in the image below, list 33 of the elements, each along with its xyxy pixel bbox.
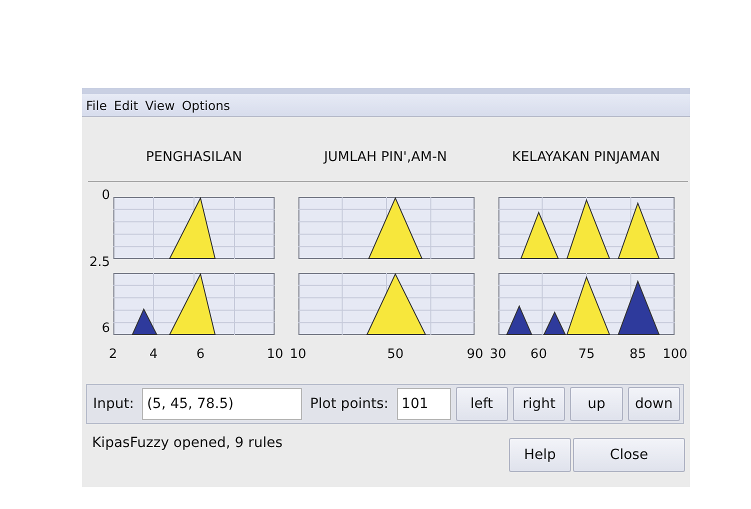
- x-tick-label: 30: [490, 347, 506, 362]
- nav-button[interactable]: left: [456, 387, 508, 421]
- x-tick-label: 75: [578, 347, 595, 362]
- status-text: KipasFuzzy opened, 9 rules: [92, 435, 284, 451]
- x-tick-label: 10: [266, 347, 284, 362]
- plot-points-label: Plot points:: [308, 396, 390, 412]
- column-title: PENGHASILAN: [144, 149, 244, 165]
- nav-button[interactable]: up: [570, 387, 623, 421]
- x-tick-label: 4: [149, 347, 158, 362]
- nav-button[interactable]: right: [512, 387, 566, 421]
- x-tick-label: 10: [290, 347, 306, 362]
- nav-button[interactable]: down: [628, 387, 680, 421]
- x-tick-label: 2: [108, 347, 118, 362]
- y-tick-label: 0: [102, 188, 110, 203]
- menu-item[interactable]: View: [145, 98, 175, 112]
- menu-item[interactable]: Options: [182, 98, 230, 112]
- plot-points-field[interactable]: 101: [396, 388, 451, 420]
- column-title: KELAYAKAN PINJAMAN: [510, 149, 662, 165]
- input-label: Input:: [92, 396, 135, 412]
- y-tick-label: 6: [102, 321, 110, 336]
- x-tick-label: 90: [466, 347, 484, 362]
- menu-item[interactable]: Edit: [114, 98, 138, 112]
- x-tick-label: 100: [662, 347, 688, 362]
- column-title: JUMLAH PIN',AM-N: [322, 149, 448, 165]
- input-field[interactable]: (5, 45, 78.5): [142, 388, 302, 420]
- x-tick-label: 6: [196, 347, 205, 362]
- menu-item[interactable]: File: [86, 98, 107, 112]
- x-tick-label: 50: [387, 347, 404, 362]
- y-tick-label: 2.5: [89, 255, 110, 270]
- x-tick-label: 60: [530, 347, 547, 362]
- close-button[interactable]: Close: [573, 438, 685, 472]
- help-button[interactable]: Help: [509, 438, 571, 472]
- x-tick-label: 85: [630, 347, 646, 362]
